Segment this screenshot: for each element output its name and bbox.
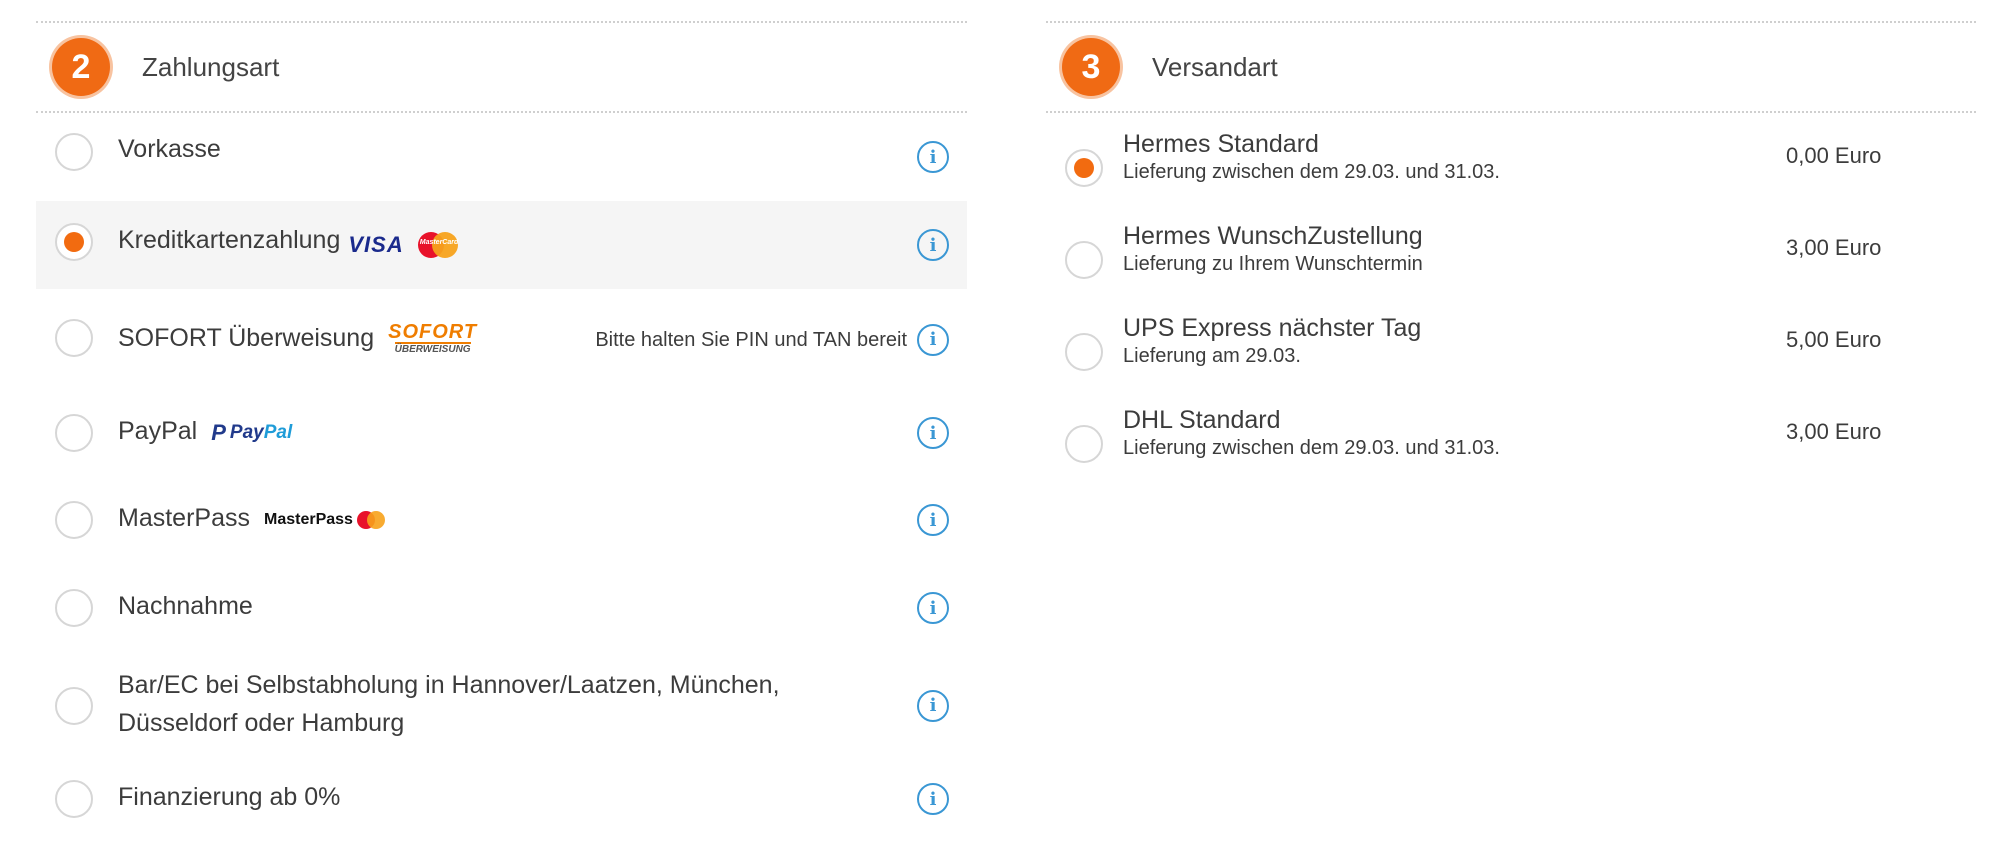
shipping-option-ups-express[interactable]: UPS Express nächster Tag Lieferung am 29… xyxy=(1046,313,1976,405)
shipping-option-hermes-standard[interactable]: Hermes Standard Lieferung zwischen dem 2… xyxy=(1046,129,1976,221)
shipping-option-hermes-wunsch[interactable]: Hermes WunschZustellung Lieferung zu Ihr… xyxy=(1046,221,1976,313)
shipping-name: Hermes WunschZustellung xyxy=(1123,222,1423,250)
radio-button[interactable] xyxy=(55,414,93,452)
shipping-option-text: DHL Standard Lieferung zwischen dem 29.0… xyxy=(1123,405,1500,497)
payment-option-label: Bar/EC bei Selbstabholung in Hannover/La… xyxy=(118,666,780,742)
info-icon[interactable]: i xyxy=(917,141,949,173)
shipping-name: Hermes Standard xyxy=(1123,130,1319,158)
shipping-desc: Lieferung zu Ihrem Wunschtermin xyxy=(1123,253,1423,275)
sofort-logo: SOFORT ÜBERWEISUNG xyxy=(388,321,478,355)
step-badge: 3 xyxy=(1062,38,1120,96)
payment-option-label: PayPal xyxy=(118,417,198,445)
radio-button[interactable] xyxy=(55,589,93,627)
shipping-price: 5,00 Euro xyxy=(1786,327,1882,352)
shipping-option-text: Hermes WunschZustellung Lieferung zu Ihr… xyxy=(1123,221,1423,313)
radio-button[interactable] xyxy=(55,780,93,818)
payment-option-selbstabholung[interactable]: Bar/EC bei Selbstabholung in Hannover/La… xyxy=(36,652,967,759)
shipping-option-text: UPS Express nächster Tag Lieferung am 29… xyxy=(1123,313,1421,405)
info-icon[interactable]: i xyxy=(917,783,949,815)
info-icon[interactable]: i xyxy=(917,417,949,449)
shipping-price: 3,00 Euro xyxy=(1786,419,1882,444)
radio-button[interactable] xyxy=(1065,333,1103,371)
payment-header: 2 Zahlungsart xyxy=(36,23,967,111)
info-icon[interactable]: i xyxy=(917,229,949,261)
pin-tan-hint: Bitte halten Sie PIN und TAN bereit xyxy=(595,329,907,351)
payment-option-finanzierung[interactable]: Finanzierung ab 0% i xyxy=(36,759,967,839)
visa-logo: VISA xyxy=(348,232,404,257)
payment-option-paypal[interactable]: PayPal P Pay Pal i xyxy=(36,390,967,476)
shipping-header: 3 Versandart xyxy=(1046,23,1976,111)
payment-option-kreditkarte[interactable]: Kreditkartenzahlung VISA MasterCard i xyxy=(36,201,967,289)
shipping-option-text: Hermes Standard Lieferung zwischen dem 2… xyxy=(1123,129,1500,221)
payment-option-sofort[interactable]: SOFORT Überweisung SOFORT ÜBERWEISUNG Bi… xyxy=(36,289,967,390)
mastercard-logo: MasterCard xyxy=(417,232,458,258)
radio-button[interactable] xyxy=(1065,149,1103,187)
radio-button[interactable] xyxy=(55,501,93,539)
shipping-desc: Lieferung zwischen dem 29.03. und 31.03. xyxy=(1123,161,1500,183)
payment-option-label: Kreditkartenzahlung xyxy=(118,226,341,254)
shipping-price: 0,00 Euro xyxy=(1786,143,1882,168)
shipping-section: 3 Versandart Hermes Standard Lieferung z… xyxy=(1046,0,1976,497)
step-badge: 2 xyxy=(52,38,110,96)
info-icon[interactable]: i xyxy=(917,592,949,624)
payment-option-label: SOFORT Überweisung xyxy=(118,323,375,352)
info-icon[interactable]: i xyxy=(917,504,949,536)
masterpass-logo: MasterPass xyxy=(264,511,385,529)
radio-button[interactable] xyxy=(55,686,93,725)
payment-section: 2 Zahlungsart Vorkasse i Kreditkartenzah… xyxy=(36,0,967,839)
shipping-option-dhl-standard[interactable]: DHL Standard Lieferung zwischen dem 29.0… xyxy=(1046,405,1976,497)
radio-button[interactable] xyxy=(55,223,93,261)
payment-option-vorkasse[interactable]: Vorkasse i xyxy=(36,113,967,201)
payment-option-label: Finanzierung ab 0% xyxy=(118,783,341,811)
shipping-desc: Lieferung zwischen dem 29.03. und 31.03. xyxy=(1123,437,1500,459)
payment-option-label: Vorkasse xyxy=(118,135,221,163)
radio-button[interactable] xyxy=(1065,425,1103,463)
paypal-p-icon: P xyxy=(211,420,226,445)
payment-option-masterpass[interactable]: MasterPass MasterPass i xyxy=(36,476,967,564)
payment-option-nachnahme[interactable]: Nachnahme i xyxy=(36,564,967,652)
payment-option-label: Nachnahme xyxy=(118,592,253,620)
payment-option-label: MasterPass xyxy=(118,504,250,532)
shipping-name: UPS Express nächster Tag xyxy=(1123,314,1422,342)
info-icon[interactable]: i xyxy=(917,689,949,722)
radio-button[interactable] xyxy=(55,318,93,357)
radio-button[interactable] xyxy=(1065,241,1103,279)
shipping-desc: Lieferung am 29.03. xyxy=(1123,345,1301,367)
info-icon[interactable]: i xyxy=(917,323,949,356)
label-line-1: Bar/EC bei Selbstabholung in Hannover/La… xyxy=(118,670,780,699)
label-line-2: Düsseldorf oder Hamburg xyxy=(118,708,405,737)
section-title: Versandart xyxy=(1152,51,1278,82)
radio-button[interactable] xyxy=(55,133,93,171)
shipping-name: DHL Standard xyxy=(1123,406,1281,434)
section-title: Zahlungsart xyxy=(142,51,280,82)
shipping-price: 3,00 Euro xyxy=(1786,235,1882,260)
paypal-logo: P Pay Pal xyxy=(211,420,293,445)
